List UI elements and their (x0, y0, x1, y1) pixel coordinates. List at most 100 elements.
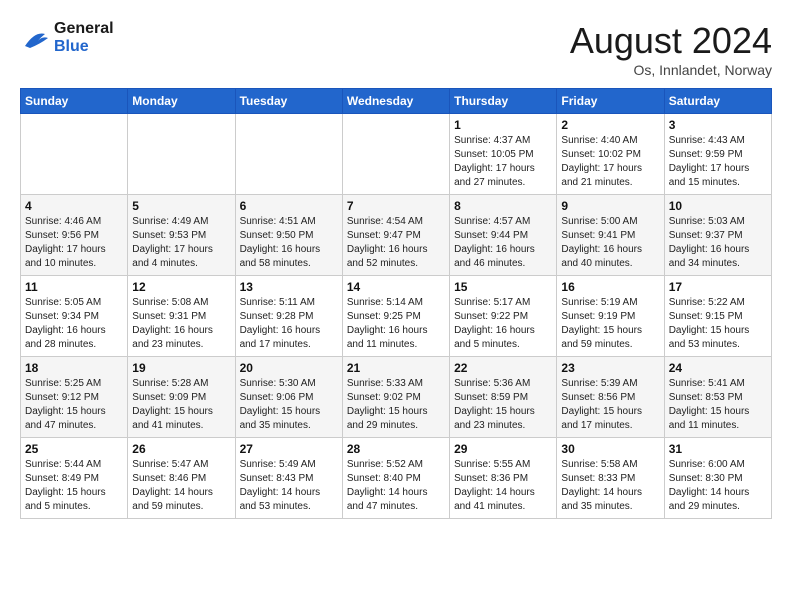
day-number: 12 (132, 280, 230, 294)
day-info: Sunrise: 4:43 AM Sunset: 9:59 PM Dayligh… (669, 134, 767, 190)
day-info: Sunrise: 5:41 AM Sunset: 8:53 PM Dayligh… (669, 377, 767, 433)
day-info: Sunrise: 5:33 AM Sunset: 9:02 PM Dayligh… (347, 377, 445, 433)
calendar-cell: 29 Sunrise: 5:55 AM Sunset: 8:36 PM Dayli… (450, 438, 557, 519)
day-info: Sunrise: 4:49 AM Sunset: 9:53 PM Dayligh… (132, 215, 230, 271)
day-number: 7 (347, 199, 445, 213)
day-info: Sunrise: 5:14 AM Sunset: 9:25 PM Dayligh… (347, 296, 445, 352)
calendar-cell: 27 Sunrise: 5:49 AM Sunset: 8:43 PM Dayli… (235, 438, 342, 519)
day-info: Sunrise: 5:11 AM Sunset: 9:28 PM Dayligh… (240, 296, 338, 352)
day-info: Sunrise: 5:30 AM Sunset: 9:06 PM Dayligh… (240, 377, 338, 433)
day-number: 10 (669, 199, 767, 213)
calendar-cell: 30Sunrise: 5:58 AM Sunset: 8:33 PM Dayli… (557, 438, 664, 519)
day-info: Sunrise: 4:46 AM Sunset: 9:56 PM Dayligh… (25, 215, 123, 271)
day-info: Sunrise: 5:17 AM Sunset: 9:22 PM Dayligh… (454, 296, 552, 352)
day-number: 29 (454, 442, 552, 456)
day-info: Sunrise: 5:52 AM Sunset: 8:40 PM Dayligh… (347, 458, 445, 514)
weekday-header-friday: Friday (557, 89, 664, 114)
calendar-cell: 14 Sunrise: 5:14 AM Sunset: 9:25 PM Dayli… (342, 276, 449, 357)
calendar-cell: 2Sunrise: 4:40 AM Sunset: 10:02 PM Dayli… (557, 114, 664, 195)
day-number: 17 (669, 280, 767, 294)
calendar-cell: 1 Sunrise: 4:37 AM Sunset: 10:05 PM Dayli… (450, 114, 557, 195)
day-number: 18 (25, 361, 123, 375)
calendar-cell: 21 Sunrise: 5:33 AM Sunset: 9:02 PM Dayli… (342, 357, 449, 438)
day-info: Sunrise: 5:49 AM Sunset: 8:43 PM Dayligh… (240, 458, 338, 514)
day-number: 21 (347, 361, 445, 375)
calendar-cell: 9 Sunrise: 5:00 AM Sunset: 9:41 PM Daylig… (557, 195, 664, 276)
day-number: 23 (561, 361, 659, 375)
calendar-cell: 26Sunrise: 5:47 AM Sunset: 8:46 PM Dayli… (128, 438, 235, 519)
logo: General Blue (20, 20, 114, 56)
day-number: 15 (454, 280, 552, 294)
week-row-5: 25Sunrise: 5:44 AM Sunset: 8:49 PM Dayli… (21, 438, 772, 519)
logo-icon (20, 26, 50, 51)
week-row-1: 1 Sunrise: 4:37 AM Sunset: 10:05 PM Dayli… (21, 114, 772, 195)
day-number: 31 (669, 442, 767, 456)
calendar-cell: 12 Sunrise: 5:08 AM Sunset: 9:31 PM Dayli… (128, 276, 235, 357)
day-number: 8 (454, 199, 552, 213)
day-number: 6 (240, 199, 338, 213)
calendar-cell: 24Sunrise: 5:41 AM Sunset: 8:53 PM Dayli… (664, 357, 771, 438)
day-info: Sunrise: 5:47 AM Sunset: 8:46 PM Dayligh… (132, 458, 230, 514)
calendar-cell: 11 Sunrise: 5:05 AM Sunset: 9:34 PM Dayli… (21, 276, 128, 357)
day-number: 3 (669, 118, 767, 132)
day-info: Sunrise: 5:00 AM Sunset: 9:41 PM Dayligh… (561, 215, 659, 271)
calendar-cell: 7 Sunrise: 4:54 AM Sunset: 9:47 PM Daylig… (342, 195, 449, 276)
day-number: 16 (561, 280, 659, 294)
calendar-cell: 15 Sunrise: 5:17 AM Sunset: 9:22 PM Dayli… (450, 276, 557, 357)
calendar-cell: 20 Sunrise: 5:30 AM Sunset: 9:06 PM Dayli… (235, 357, 342, 438)
weekday-header-thursday: Thursday (450, 89, 557, 114)
day-info: Sunrise: 5:08 AM Sunset: 9:31 PM Dayligh… (132, 296, 230, 352)
page-header: General Blue August 2024 Os, Innlandet, … (20, 20, 772, 78)
calendar-cell: 5 Sunrise: 4:49 AM Sunset: 9:53 PM Daylig… (128, 195, 235, 276)
day-number: 14 (347, 280, 445, 294)
calendar-cell: 17 Sunrise: 5:22 AM Sunset: 9:15 PM Dayli… (664, 276, 771, 357)
week-row-4: 18 Sunrise: 5:25 AM Sunset: 9:12 PM Dayli… (21, 357, 772, 438)
day-number: 27 (240, 442, 338, 456)
calendar-cell: 3 Sunrise: 4:43 AM Sunset: 9:59 PM Daylig… (664, 114, 771, 195)
week-row-2: 4 Sunrise: 4:46 AM Sunset: 9:56 PM Daylig… (21, 195, 772, 276)
day-number: 13 (240, 280, 338, 294)
day-number: 25 (25, 442, 123, 456)
weekday-header-row: SundayMondayTuesdayWednesdayThursdayFrid… (21, 89, 772, 114)
calendar-cell (342, 114, 449, 195)
weekday-header-saturday: Saturday (664, 89, 771, 114)
day-info: Sunrise: 5:55 AM Sunset: 8:36 PM Dayligh… (454, 458, 552, 514)
location-subtitle: Os, Innlandet, Norway (570, 62, 772, 78)
weekday-header-sunday: Sunday (21, 89, 128, 114)
day-number: 2 (561, 118, 659, 132)
calendar-cell: 31 Sunrise: 6:00 AM Sunset: 8:30 PM Dayli… (664, 438, 771, 519)
day-number: 4 (25, 199, 123, 213)
calendar-cell: 23 Sunrise: 5:39 AM Sunset: 8:56 PM Dayli… (557, 357, 664, 438)
day-info: Sunrise: 4:54 AM Sunset: 9:47 PM Dayligh… (347, 215, 445, 271)
week-row-3: 11 Sunrise: 5:05 AM Sunset: 9:34 PM Dayli… (21, 276, 772, 357)
day-number: 11 (25, 280, 123, 294)
day-info: Sunrise: 5:58 AM Sunset: 8:33 PM Dayligh… (561, 458, 659, 514)
day-info: Sunrise: 5:39 AM Sunset: 8:56 PM Dayligh… (561, 377, 659, 433)
day-info: Sunrise: 5:05 AM Sunset: 9:34 PM Dayligh… (25, 296, 123, 352)
day-info: Sunrise: 4:51 AM Sunset: 9:50 PM Dayligh… (240, 215, 338, 271)
calendar-cell (235, 114, 342, 195)
calendar-cell: 25Sunrise: 5:44 AM Sunset: 8:49 PM Dayli… (21, 438, 128, 519)
calendar-table: SundayMondayTuesdayWednesdayThursdayFrid… (20, 88, 772, 519)
calendar-cell: 13 Sunrise: 5:11 AM Sunset: 9:28 PM Dayli… (235, 276, 342, 357)
weekday-header-tuesday: Tuesday (235, 89, 342, 114)
day-info: Sunrise: 4:37 AM Sunset: 10:05 PM Daylig… (454, 134, 552, 190)
day-info: Sunrise: 5:28 AM Sunset: 9:09 PM Dayligh… (132, 377, 230, 433)
weekday-header-wednesday: Wednesday (342, 89, 449, 114)
day-info: Sunrise: 5:25 AM Sunset: 9:12 PM Dayligh… (25, 377, 123, 433)
day-info: Sunrise: 6:00 AM Sunset: 8:30 PM Dayligh… (669, 458, 767, 514)
calendar-cell: 22Sunrise: 5:36 AM Sunset: 8:59 PM Dayli… (450, 357, 557, 438)
calendar-cell (21, 114, 128, 195)
calendar-cell: 19Sunrise: 5:28 AM Sunset: 9:09 PM Dayli… (128, 357, 235, 438)
day-number: 20 (240, 361, 338, 375)
calendar-cell (128, 114, 235, 195)
day-number: 9 (561, 199, 659, 213)
day-number: 5 (132, 199, 230, 213)
calendar-cell: 10Sunrise: 5:03 AM Sunset: 9:37 PM Dayli… (664, 195, 771, 276)
day-number: 1 (454, 118, 552, 132)
day-info: Sunrise: 5:22 AM Sunset: 9:15 PM Dayligh… (669, 296, 767, 352)
day-info: Sunrise: 4:57 AM Sunset: 9:44 PM Dayligh… (454, 215, 552, 271)
calendar-cell: 6 Sunrise: 4:51 AM Sunset: 9:50 PM Daylig… (235, 195, 342, 276)
calendar-cell: 18 Sunrise: 5:25 AM Sunset: 9:12 PM Dayli… (21, 357, 128, 438)
month-year-title: August 2024 (570, 20, 772, 62)
